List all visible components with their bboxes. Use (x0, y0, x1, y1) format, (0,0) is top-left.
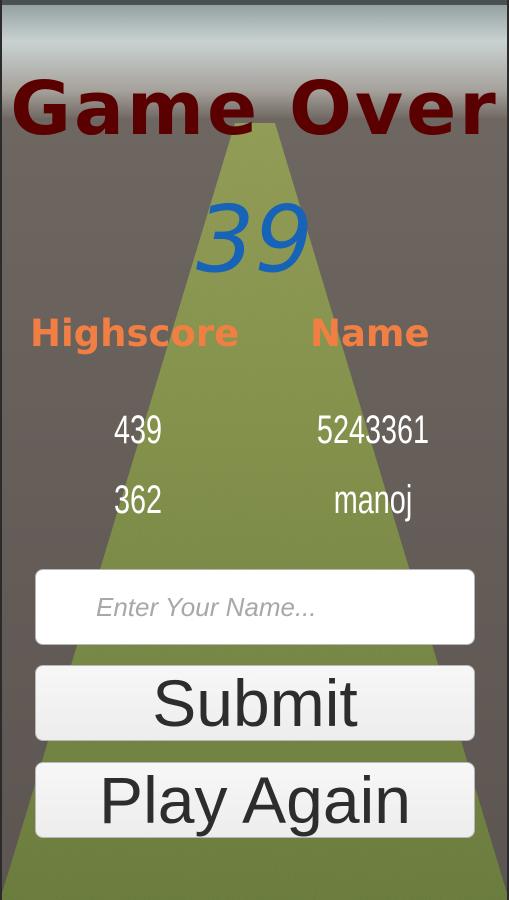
row-name: manoj (333, 478, 413, 522)
row-score: 439 (113, 408, 163, 452)
game-screen: Game Over 39 Highscore Name 439 5243361 … (0, 0, 509, 900)
row-name: 5243361 (316, 408, 430, 452)
player-name-input[interactable] (35, 569, 475, 645)
play-again-button[interactable]: Play Again (35, 762, 475, 838)
name-column-header: Name (310, 312, 430, 355)
top-edge (0, 0, 509, 5)
submit-button[interactable]: Submit (35, 665, 475, 741)
final-score: 39 (195, 186, 314, 293)
game-over-title: Game Over (10, 66, 499, 152)
highscore-column-header: Highscore (30, 312, 240, 355)
row-score: 362 (113, 478, 163, 522)
